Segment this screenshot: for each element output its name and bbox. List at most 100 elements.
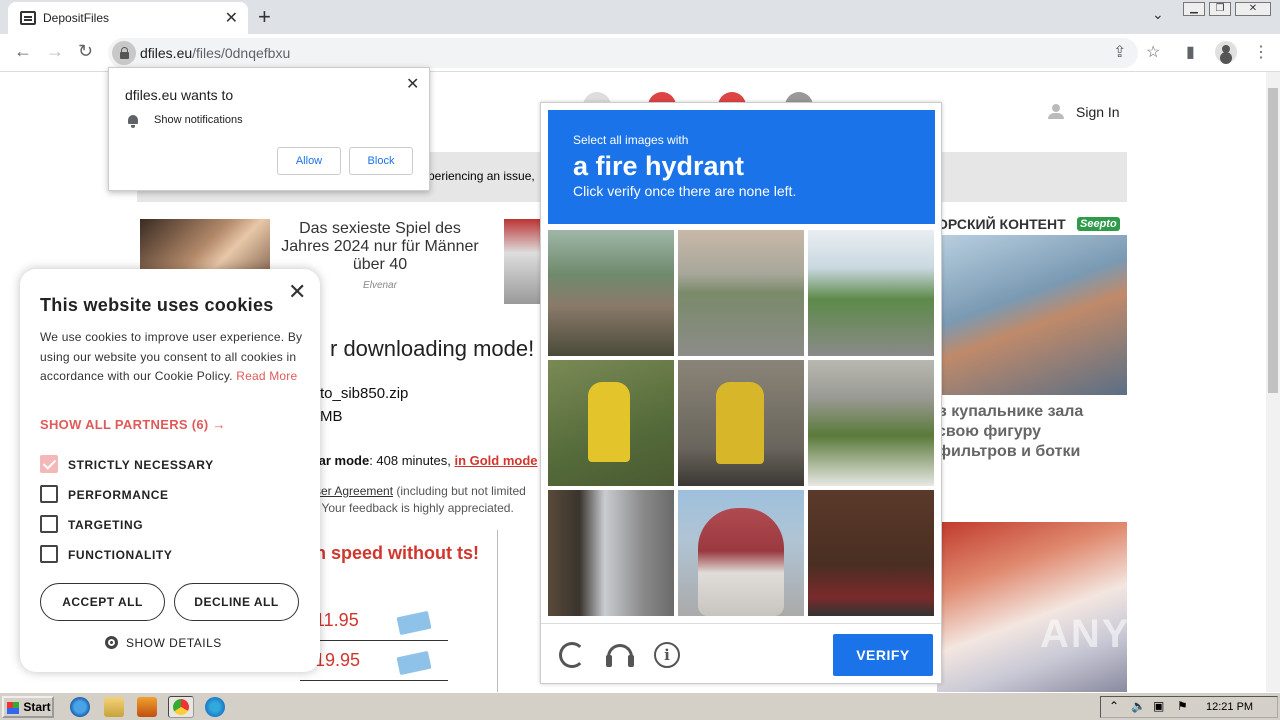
chrome-taskbar-button[interactable]: [168, 696, 194, 718]
close-tab-icon[interactable]: ✕: [225, 8, 238, 28]
media-player-icon[interactable]: [137, 697, 157, 717]
functionality-checkbox[interactable]: [40, 545, 58, 563]
popup-text: Show notifications: [154, 114, 243, 126]
captcha-tile[interactable]: [548, 360, 674, 486]
captcha-hint: Click verify once there are none left.: [573, 183, 797, 199]
speed-promo: n speed without ts!: [315, 543, 479, 563]
free-mode-info: lar mode: 408 minutes, in Gold mode: [315, 453, 538, 468]
ad-image[interactable]: [504, 219, 544, 304]
free-mode-value: : 408 minutes,: [369, 453, 455, 468]
share-icon[interactable]: ⇪: [1113, 42, 1126, 62]
address-bar[interactable]: dfiles.eu/files/0dnqefbxu: [108, 38, 1138, 68]
agreement-link[interactable]: ser Agreement: [315, 484, 393, 498]
favicon-icon: [20, 11, 36, 25]
captcha-footer: i VERIFY: [541, 623, 941, 683]
chevron-down-icon[interactable]: ⌄: [1152, 6, 1164, 23]
tab-title: DepositFiles: [43, 11, 110, 25]
close-icon[interactable]: ✕: [406, 74, 419, 94]
minimize-icon[interactable]: ▁: [1183, 2, 1205, 16]
captcha-instruction: Select all images with: [573, 133, 689, 147]
strictly-necessary-checkbox[interactable]: [40, 455, 58, 473]
captcha-challenge: Select all images with a fire hydrant Cl…: [540, 102, 942, 684]
gold-mode-link[interactable]: in Gold mode: [454, 453, 537, 468]
right-ad-logo: Seepto: [1077, 217, 1120, 231]
info-icon[interactable]: i: [654, 642, 680, 668]
targeting-label: TARGETING: [68, 518, 144, 532]
allow-button[interactable]: Allow: [277, 147, 341, 175]
block-button[interactable]: Block: [349, 147, 413, 175]
restore-icon[interactable]: ❐: [1209, 2, 1231, 16]
hydrant-shape: [716, 382, 764, 464]
accept-all-button[interactable]: ACCEPT ALL: [40, 583, 165, 621]
reload-icon[interactable]: ↻: [78, 41, 93, 62]
volume-icon[interactable]: 🔈: [1131, 699, 1146, 713]
side-panel-icon[interactable]: ▮: [1186, 42, 1195, 62]
read-more-link[interactable]: Read More: [236, 369, 297, 383]
captcha-tile[interactable]: [678, 360, 804, 486]
profile-avatar-icon[interactable]: [1215, 41, 1237, 63]
reload-icon[interactable]: [559, 642, 585, 668]
performance-checkbox[interactable]: [40, 485, 58, 503]
hydrant-shape: [698, 508, 784, 616]
right-ad-title: ОРСКИЙ КОНТЕНТ: [937, 216, 1066, 232]
new-tab-icon[interactable]: +: [258, 4, 271, 30]
targeting-checkbox[interactable]: [40, 515, 58, 533]
credit-card-icon: [396, 650, 432, 676]
agreement-text: ser Agreement (including but not limited…: [315, 483, 545, 517]
show-hidden-icon[interactable]: ⌃: [1109, 699, 1119, 713]
url-text: dfiles.eu/files/0dnqefbxu: [140, 45, 290, 61]
close-icon[interactable]: ✕: [288, 279, 306, 305]
price-2[interactable]: 19.95: [315, 650, 360, 671]
right-ad-image[interactable]: [937, 235, 1127, 395]
scrollbar-thumb[interactable]: [1268, 88, 1278, 393]
ad-headline[interactable]: Das sexieste Spiel des Jahres 2024 nur f…: [280, 220, 480, 274]
captcha-tile[interactable]: [678, 230, 804, 356]
watermark: ANY RUN: [1040, 612, 1236, 656]
notification-permission-popup: dfiles.eu wants to ✕ Show notifications …: [108, 67, 430, 191]
popup-header: dfiles.eu wants to: [125, 87, 234, 103]
captcha-target: a fire hydrant: [573, 151, 745, 181]
headphones-icon[interactable]: [606, 644, 634, 667]
captcha-tile[interactable]: [678, 490, 804, 616]
captcha-tile[interactable]: [808, 230, 934, 356]
network-icon[interactable]: ▣: [1153, 699, 1164, 713]
free-mode-label: lar mode: [315, 453, 370, 468]
start-button[interactable]: Start: [2, 696, 54, 718]
show-details-link[interactable]: SHOW DETAILS: [105, 636, 222, 650]
tab-depositfiles[interactable]: DepositFiles ✕: [8, 2, 248, 34]
tab-strip: DepositFiles ✕ + ⌄ ▁ ❐ ✕: [0, 0, 1280, 34]
captcha-tile[interactable]: [808, 360, 934, 486]
verify-button[interactable]: VERIFY: [833, 634, 933, 676]
performance-label: PERFORMANCE: [68, 488, 169, 502]
download-mode-heading: r downloading mode!: [330, 336, 535, 361]
menu-dots-icon[interactable]: ⋮: [1253, 42, 1269, 62]
right-ad-image[interactable]: [937, 522, 1127, 692]
bookmark-star-icon[interactable]: ☆: [1146, 42, 1160, 62]
forward-icon[interactable]: →: [46, 41, 64, 62]
user-icon: [1048, 104, 1064, 120]
flag-icon[interactable]: ⚑: [1177, 699, 1188, 713]
ie-icon[interactable]: [70, 697, 90, 717]
decline-all-button[interactable]: DECLINE ALL: [174, 583, 299, 621]
edge-icon[interactable]: [205, 697, 225, 717]
back-icon[interactable]: ←: [14, 41, 32, 62]
price-1[interactable]: 11.95: [315, 610, 359, 631]
feedback-text: . Your feedback is highly appreciated.: [315, 501, 514, 515]
show-details-label: SHOW DETAILS: [126, 636, 222, 650]
captcha-tile[interactable]: [548, 230, 674, 356]
captcha-tile[interactable]: [548, 490, 674, 616]
file-size: MB: [320, 408, 343, 425]
right-ad-text[interactable]: в купальнике зала свою фигуру фильтров и…: [937, 402, 1117, 462]
captcha-header: Select all images with a fire hydrant Cl…: [548, 110, 935, 224]
window-close-icon[interactable]: ✕: [1235, 2, 1271, 16]
hydrant-shape: [588, 382, 630, 462]
lock-icon[interactable]: [112, 41, 136, 65]
notice-text: xperiencing an issue,: [422, 169, 535, 183]
show-partners-link[interactable]: SHOW ALL PARTNERS (6) →: [40, 417, 226, 432]
price-divider: [300, 680, 448, 681]
chrome-icon: [173, 699, 189, 715]
credit-card-icon: [396, 610, 432, 636]
sign-in-link[interactable]: Sign In: [1048, 104, 1120, 120]
captcha-tile[interactable]: [808, 490, 934, 616]
folder-icon[interactable]: [104, 697, 124, 717]
